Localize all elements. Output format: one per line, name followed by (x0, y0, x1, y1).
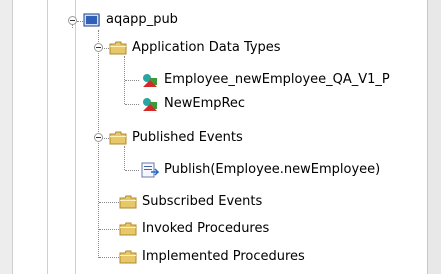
data-type-icon (143, 74, 157, 87)
tree-node-label: Published Events (132, 130, 243, 145)
tree-node-subscribed-events[interactable]: Subscribed Events (119, 192, 262, 212)
tree-node-label: NewEmpRec (164, 96, 246, 111)
tree-node-invoked-procedures[interactable]: Invoked Procedures (119, 219, 269, 239)
folder-icon (109, 131, 127, 145)
folder-blue-icon (83, 13, 100, 27)
tree-node-employee-newemployee[interactable]: Employee_newEmployee_QA_V1_P (141, 70, 390, 90)
tree-connector (72, 25, 73, 28)
collapse-toggle-root[interactable] (68, 16, 77, 25)
tree-node-published-events[interactable]: Published Events (109, 128, 243, 148)
collapse-toggle-published-events[interactable] (94, 133, 103, 142)
folder-icon (119, 250, 137, 264)
left-gutter (0, 0, 13, 274)
tree-connector (124, 146, 125, 170)
tree-connector (98, 30, 99, 258)
publish-icon (141, 162, 159, 178)
tree-connector (99, 229, 119, 230)
tree-connector (125, 104, 139, 105)
tree-connector (99, 257, 119, 258)
tree-node-label: Implemented Procedures (142, 249, 305, 264)
gutter-divider-2 (75, 0, 76, 274)
folder-icon (119, 195, 137, 209)
tree-node-root[interactable]: aqapp_pub (83, 10, 178, 30)
folder-icon (119, 222, 137, 236)
tree-view: aqapp_pub Application Data Types Employe… (0, 0, 441, 274)
right-scroll-strip[interactable] (427, 0, 441, 274)
tree-node-label: Publish(Employee.newEmployee) (164, 162, 381, 177)
tree-node-implemented-procedures[interactable]: Implemented Procedures (119, 247, 305, 267)
gutter-divider (47, 0, 48, 274)
collapse-toggle-app-data-types[interactable] (94, 43, 103, 52)
tree-node-label: Subscribed Events (142, 194, 263, 209)
tree-node-label: Invoked Procedures (142, 221, 270, 236)
tree-connector (125, 80, 139, 81)
tree-node-label: Application Data Types (132, 40, 281, 55)
tree-node-label: aqapp_pub (106, 12, 178, 27)
tree-node-label: Employee_newEmployee_QA_V1_P (164, 72, 390, 87)
data-type-icon (143, 98, 157, 111)
folder-icon (109, 41, 127, 55)
tree-node-publish-employee[interactable]: Publish(Employee.newEmployee) (141, 160, 380, 180)
tree-node-newemprec[interactable]: NewEmpRec (141, 94, 245, 114)
tree-node-application-data-types[interactable]: Application Data Types (109, 38, 281, 58)
tree-connector (99, 202, 119, 203)
tree-connector (125, 170, 139, 171)
